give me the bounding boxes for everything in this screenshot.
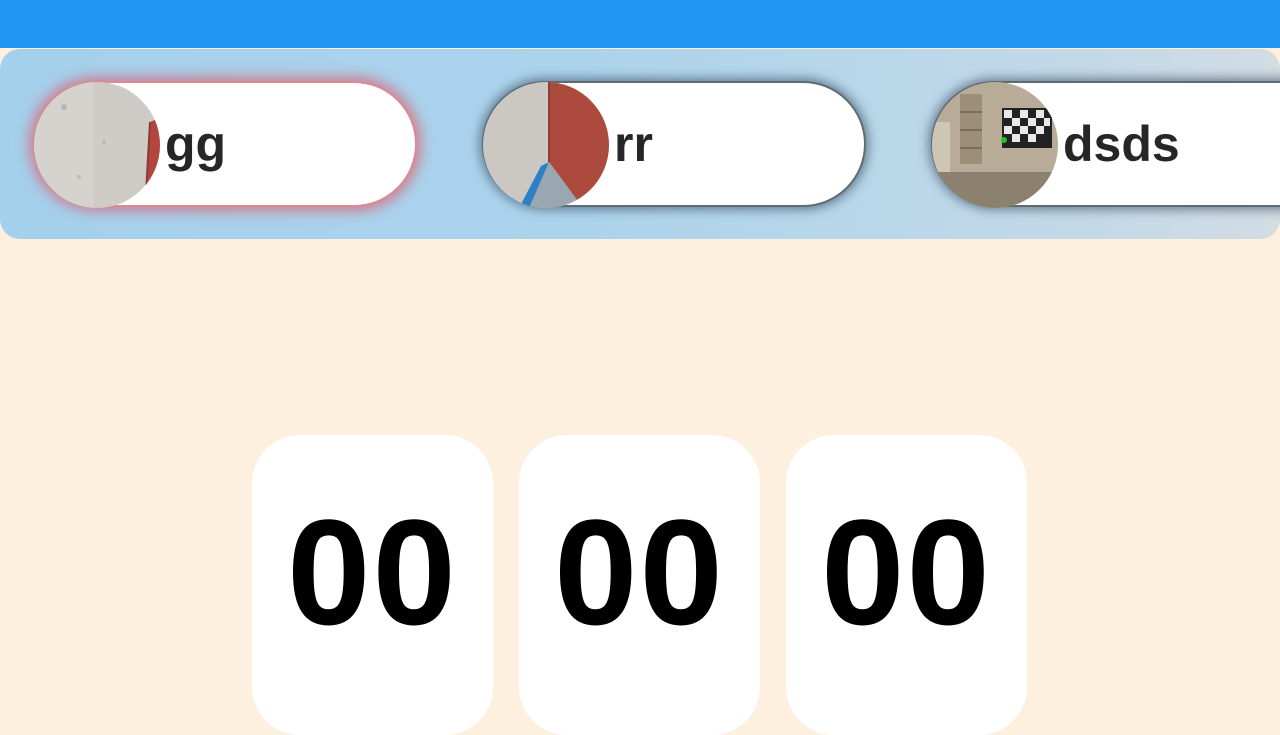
timer-seconds-card: 00 bbox=[786, 435, 1027, 735]
timer-seconds: 00 bbox=[821, 488, 992, 656]
app-bar bbox=[0, 0, 1280, 48]
user-chip-gg[interactable]: gg bbox=[33, 81, 417, 208]
user-name: rr bbox=[614, 116, 653, 172]
timer-hours-card: 00 bbox=[252, 435, 493, 735]
avatar-wall-photo bbox=[34, 82, 160, 208]
user-name: dsds bbox=[1063, 116, 1180, 172]
user-chip-rr[interactable]: rr bbox=[482, 81, 866, 208]
user-chip-dsds[interactable]: dsds bbox=[931, 81, 1280, 208]
user-selector: gg rr dsds bbox=[0, 49, 1280, 239]
timer-hours: 00 bbox=[287, 488, 458, 656]
user-name: gg bbox=[165, 116, 227, 172]
avatar-room-photo bbox=[932, 82, 1058, 208]
timer-minutes-card: 00 bbox=[519, 435, 760, 735]
timer-minutes: 00 bbox=[554, 488, 725, 656]
avatar-wall-corner-photo bbox=[483, 82, 609, 208]
